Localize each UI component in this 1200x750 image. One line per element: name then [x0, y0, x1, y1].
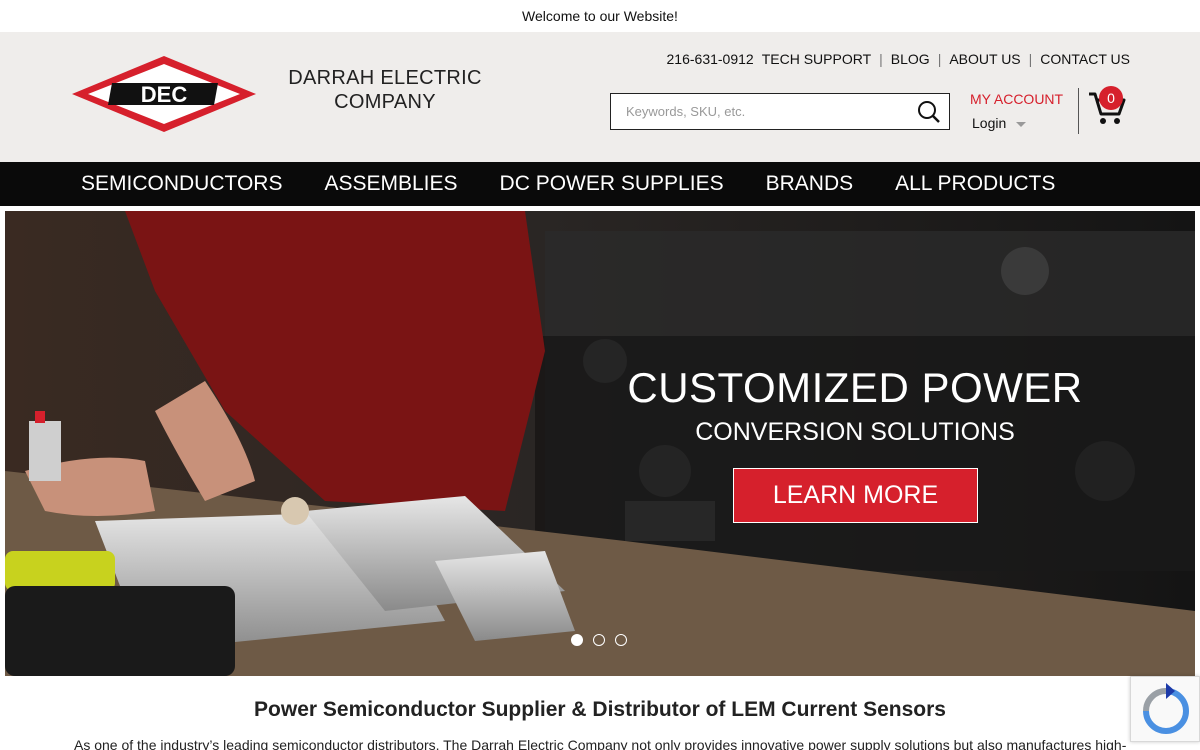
learn-more-button[interactable]: LEARN MORE	[733, 468, 978, 523]
company-name-line1: DARRAH ELECTRIC	[288, 67, 482, 89]
cart-count-badge: 0	[1099, 86, 1123, 110]
search-input[interactable]	[611, 94, 901, 129]
company-name: DARRAH ELECTRIC COMPANY	[280, 66, 490, 114]
divider	[1078, 88, 1079, 134]
hero-subtitle: CONVERSION SOLUTIONS	[695, 418, 1015, 446]
phone-link[interactable]: 216-631-0912	[667, 51, 754, 67]
login-dropdown[interactable]: Login	[972, 115, 1027, 131]
slider-dot-1[interactable]	[571, 634, 583, 646]
blog-link[interactable]: BLOG	[891, 51, 930, 67]
top-links: 216-631-0912 TECH SUPPORT | BLOG | ABOUT US | C…	[667, 51, 1130, 67]
nav-item-all-products[interactable]: ALL PRODUCTS	[874, 162, 1076, 206]
separator: |	[937, 51, 942, 67]
search-icon[interactable]	[917, 100, 941, 124]
nav-item-brands[interactable]: BRANDS	[745, 162, 875, 206]
hero-slider: CUSTOMIZED POWER CONVERSION SOLUTIONS LE…	[5, 211, 1195, 676]
hero-title: CUSTOMIZED POWER	[627, 364, 1083, 411]
slider-dot-3[interactable]	[615, 634, 627, 646]
company-name-line2: COMPANY	[334, 91, 436, 113]
slider-dot-2[interactable]	[593, 634, 605, 646]
recaptcha-badge[interactable]	[1130, 676, 1200, 742]
about-us-link[interactable]: ABOUT US	[949, 51, 1020, 67]
dec-logo[interactable]: DEC	[68, 54, 260, 134]
intro-title: Power Semiconductor Supplier & Distribut…	[254, 698, 946, 721]
nav-item-dc-power-supplies[interactable]: DC POWER SUPPLIES	[479, 162, 745, 206]
logo-text: DEC	[141, 82, 188, 107]
slider-dots	[571, 634, 627, 646]
separator: |	[1028, 51, 1033, 67]
site-header: DEC DARRAH ELECTRIC COMPANY 216-631-0912…	[0, 32, 1200, 162]
welcome-bar: Welcome to our Website!	[0, 0, 1200, 32]
nav-item-assemblies[interactable]: ASSEMBLIES	[303, 162, 478, 206]
tech-support-link[interactable]: TECH SUPPORT	[762, 51, 871, 67]
main-nav: SEMICONDUCTORS ASSEMBLIES DC POWER SUPPL…	[0, 162, 1200, 206]
my-account-link[interactable]: MY ACCOUNT	[970, 91, 1063, 107]
search-box	[610, 93, 950, 130]
intro-text: As one of the industry’s leading semicon…	[74, 737, 1127, 750]
nav-item-semiconductors[interactable]: SEMICONDUCTORS	[60, 162, 303, 206]
login-label: Login	[972, 115, 1007, 131]
contact-us-link[interactable]: CONTACT US	[1040, 51, 1130, 67]
separator: |	[879, 51, 883, 67]
chevron-down-icon	[1016, 121, 1027, 127]
